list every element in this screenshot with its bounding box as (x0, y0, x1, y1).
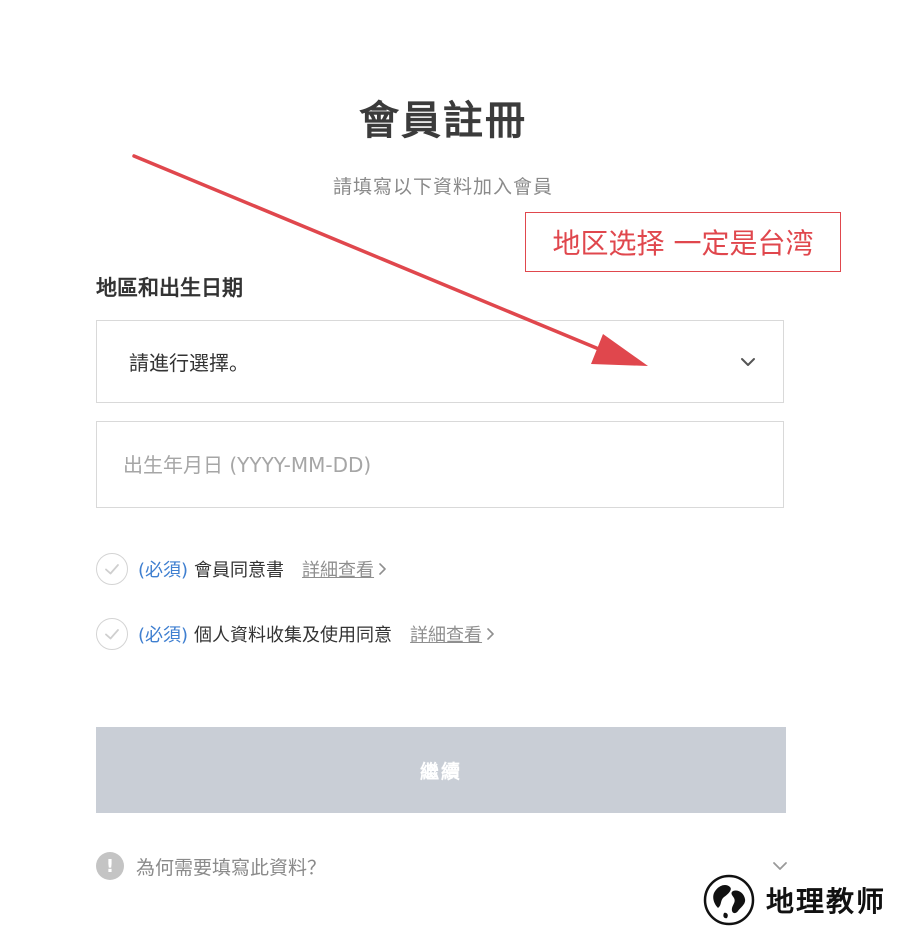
details-link[interactable]: 詳細查看 (302, 556, 374, 582)
chevron-right-icon (379, 563, 386, 575)
continue-button[interactable]: 繼續 (96, 727, 786, 813)
required-tag: (必須) (138, 625, 189, 646)
page-title: 會員註冊 (359, 98, 527, 144)
chevron-down-icon (741, 357, 755, 366)
page-subtitle: 請填寫以下資料加入會員 (332, 176, 553, 198)
region-select[interactable]: 請進行選擇。 (96, 320, 784, 403)
agreement-label: 會員同意書 (194, 560, 285, 581)
region-select-value: 請進行選擇。 (129, 351, 249, 375)
info-icon: ! (96, 852, 124, 880)
agreement-label: 個人資料收集及使用同意 (194, 625, 393, 646)
chevron-right-icon (487, 628, 494, 640)
agreement-row-privacy: (必須) 個人資料收集及使用同意 詳細查看 (96, 616, 496, 652)
watermark: 地理教师 (700, 872, 886, 928)
check-circle-icon[interactable] (96, 553, 128, 585)
why-info-row[interactable]: ! 為何需要填寫此資料？ (96, 849, 790, 883)
details-link[interactable]: 詳細查看 (410, 621, 482, 647)
birthdate-input[interactable] (96, 421, 784, 508)
agreement-row-terms: (必須) 會員同意書 詳細查看 (96, 551, 388, 587)
required-tag: (必須) (138, 560, 189, 581)
globe-logo-icon (703, 874, 755, 926)
region-birthdate-label: 地區和出生日期 (96, 276, 243, 300)
why-info-text: 為何需要填寫此資料？ (136, 856, 327, 879)
check-circle-icon[interactable] (96, 618, 128, 650)
watermark-text: 地理教师 (766, 885, 887, 918)
annotation-callout: 地区选择 一定是台湾 (525, 212, 841, 272)
